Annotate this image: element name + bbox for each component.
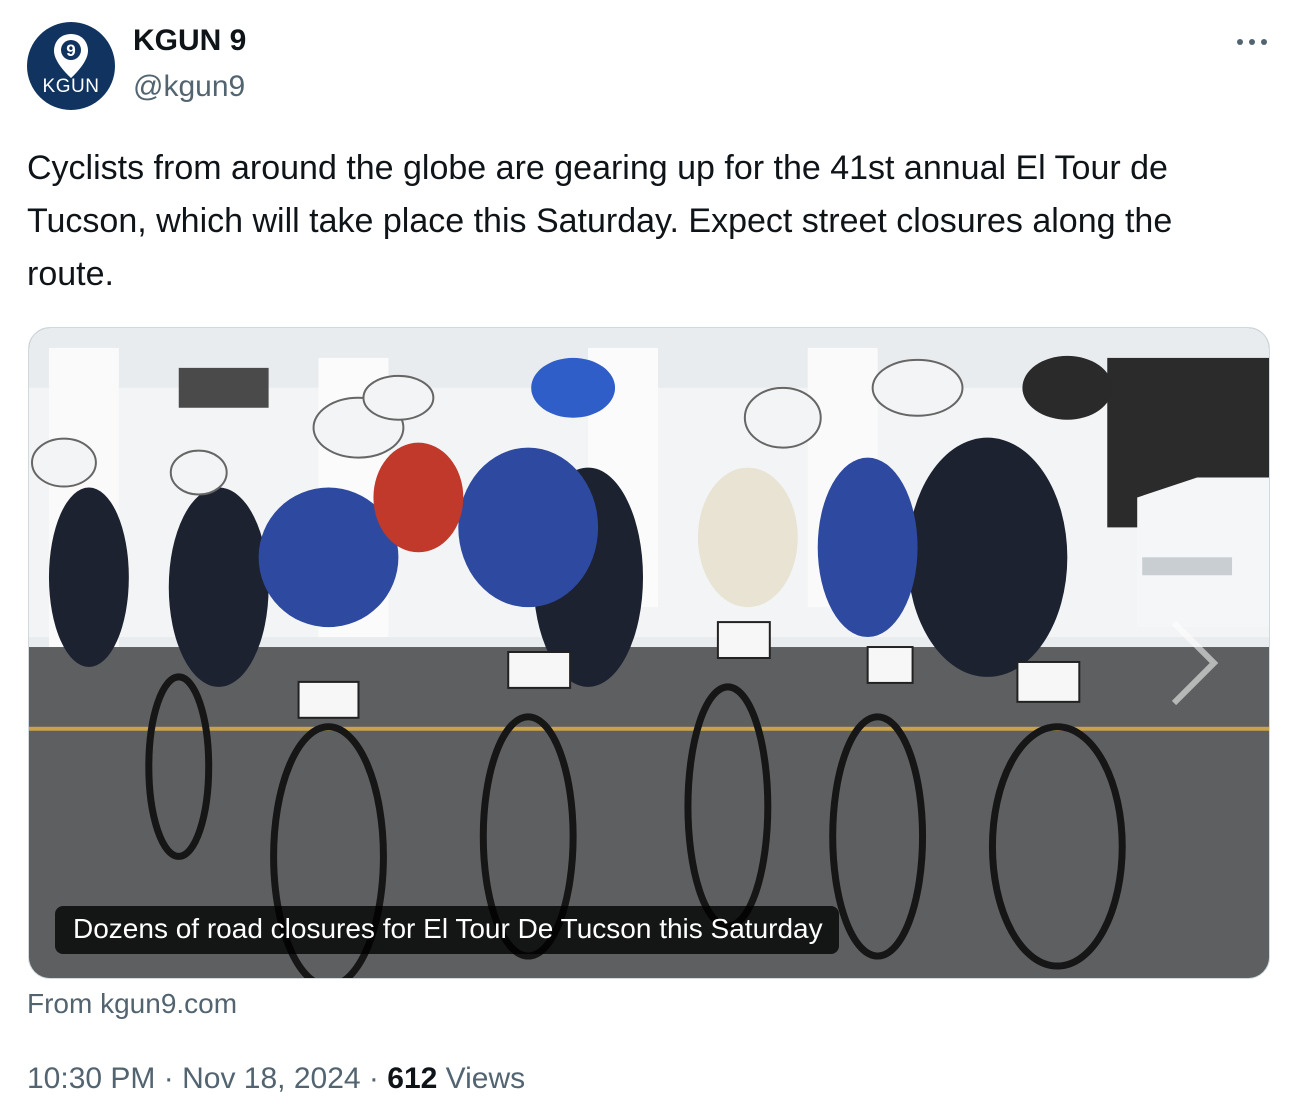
meta-separator: · xyxy=(368,1062,379,1095)
avatar-logo-text: KGUN xyxy=(42,76,100,97)
tweet-text: Cyclists from around the globe are geari… xyxy=(27,149,1173,293)
meta-separator: · xyxy=(163,1062,174,1095)
tweet-date[interactable]: Nov 18, 2024 xyxy=(182,1062,360,1095)
chevron-right-icon xyxy=(1171,620,1219,706)
card-source-link[interactable]: From kgun9.com xyxy=(27,988,237,1020)
cyclists-photo xyxy=(29,328,1269,978)
avatar[interactable]: 9 KGUN xyxy=(27,22,115,110)
svg-text:9: 9 xyxy=(66,41,75,60)
card-caption: Dozens of road closures for El Tour De T… xyxy=(55,906,839,954)
author-display-name[interactable]: KGUN 9 xyxy=(133,24,246,58)
views-count[interactable]: 612 xyxy=(387,1062,437,1095)
tweet-meta: 10:30 PM · Nov 18, 2024 · 612 Views xyxy=(27,1062,525,1096)
link-card-image[interactable]: Dozens of road closures for El Tour De T… xyxy=(28,327,1270,979)
more-options-button[interactable] xyxy=(1232,28,1272,56)
views-label[interactable]: Views xyxy=(446,1062,525,1095)
tweet-time[interactable]: 10:30 PM xyxy=(27,1062,155,1095)
location-pin-9-icon: 9 xyxy=(54,34,88,78)
more-options-icon xyxy=(1237,39,1243,45)
author-handle[interactable]: @kgun9 xyxy=(133,70,245,104)
